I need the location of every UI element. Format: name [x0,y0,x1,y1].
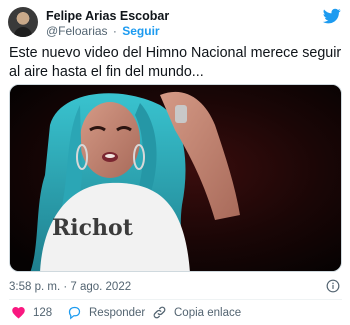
link-icon [153,306,166,319]
like-button[interactable]: 128 [11,305,52,320]
reply-label: Responder [89,306,146,319]
reply-icon [68,306,81,320]
copy-link-label: Copia enlace [174,306,242,319]
tweet-card: Felipe Arias Escobar @Feloarias · Seguir… [0,0,350,325]
twitter-bird-icon[interactable] [322,7,342,25]
video-frame-image: Richot [10,85,341,271]
tweet-actions: 128 Responder Copia enlace [9,305,339,321]
copy-link-button[interactable]: Copia enlace [152,305,241,320]
shirt-print-text: Richot [52,215,134,241]
tweet-header: Felipe Arias Escobar @Feloarias · Seguir [8,7,342,38]
author-name[interactable]: Felipe Arias Escobar [46,9,169,23]
avatar[interactable] [8,7,38,37]
author-handle[interactable]: @Feloarias [46,24,108,38]
like-count: 128 [33,306,53,319]
info-icon[interactable] [326,279,340,293]
separator-dot: · [112,24,117,38]
author-handle-row: @Feloarias · Seguir [46,24,160,38]
follow-button[interactable]: Seguir [122,24,159,38]
tweet-media-video[interactable]: Richot [9,84,342,272]
heart-icon [12,307,25,319]
tweet-text: Este nuevo video del Himno Nacional mere… [9,45,342,80]
reply-button[interactable]: Responder [67,305,145,320]
actions-divider [9,299,342,300]
tweet-timestamp[interactable]: 3:58 p. m. · 7 ago. 2022 [9,281,131,293]
